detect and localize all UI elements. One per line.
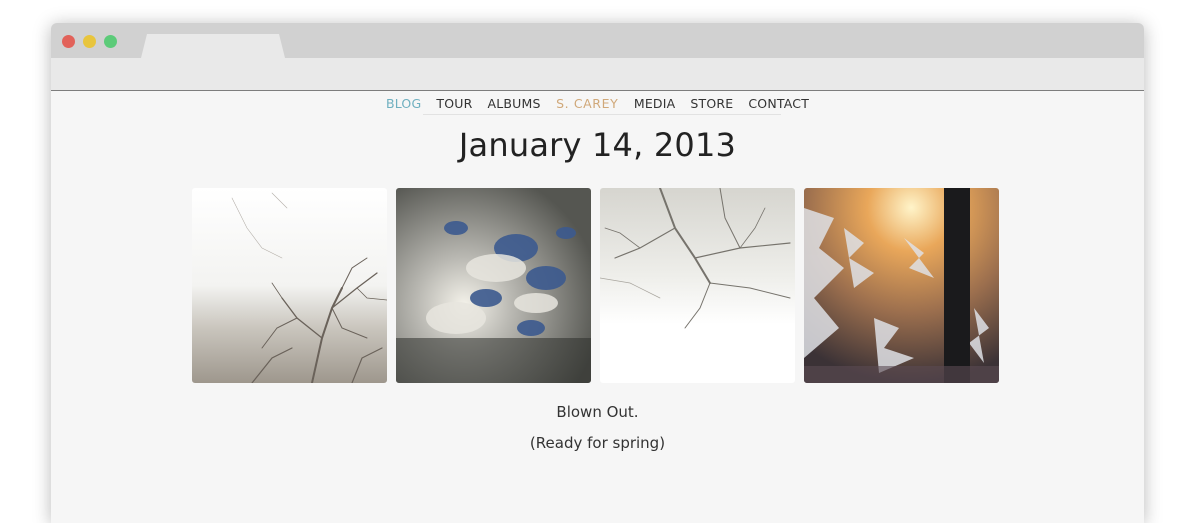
browser-tab[interactable] xyxy=(141,34,285,58)
nav-item-contact[interactable]: CONTACT xyxy=(741,94,817,114)
close-window-button[interactable] xyxy=(62,35,75,48)
browser-window: BLOG TOUR ALBUMS S. CAREY MEDIA STORE CO… xyxy=(51,23,1144,523)
branches-photo-image xyxy=(600,188,795,383)
nav-item-tour[interactable]: TOUR xyxy=(429,94,480,114)
tree-photo-image xyxy=(192,188,387,383)
gallery-photo[interactable] xyxy=(396,188,591,383)
post-caption-line2: (Ready for spring) xyxy=(529,434,666,452)
post-caption-line1: Blown Out. xyxy=(556,403,639,421)
web-page: BLOG TOUR ALBUMS S. CAREY MEDIA STORE CO… xyxy=(51,92,1144,523)
title-bar xyxy=(51,23,1144,58)
nav-item-store[interactable]: STORE xyxy=(683,94,741,114)
nav-divider xyxy=(423,114,781,115)
gallery-photo[interactable] xyxy=(804,188,999,383)
post-date-title: January 14, 2013 xyxy=(458,126,737,164)
browser-toolbar xyxy=(51,58,1144,91)
gallery-photo[interactable] xyxy=(192,188,387,383)
photo-gallery xyxy=(192,188,999,383)
nav-item-blog[interactable]: BLOG xyxy=(378,94,428,114)
minimize-window-button[interactable] xyxy=(83,35,96,48)
gallery-photo[interactable] xyxy=(600,188,795,383)
main-nav: BLOG TOUR ALBUMS S. CAREY MEDIA STORE CO… xyxy=(51,94,1144,114)
frost-photo-image xyxy=(804,188,999,383)
nav-item-albums[interactable]: ALBUMS xyxy=(480,94,548,114)
clouds-photo-image xyxy=(396,188,591,383)
maximize-window-button[interactable] xyxy=(104,35,117,48)
nav-item-media[interactable]: MEDIA xyxy=(626,94,683,114)
site-logo-link[interactable]: S. CAREY xyxy=(548,94,626,114)
